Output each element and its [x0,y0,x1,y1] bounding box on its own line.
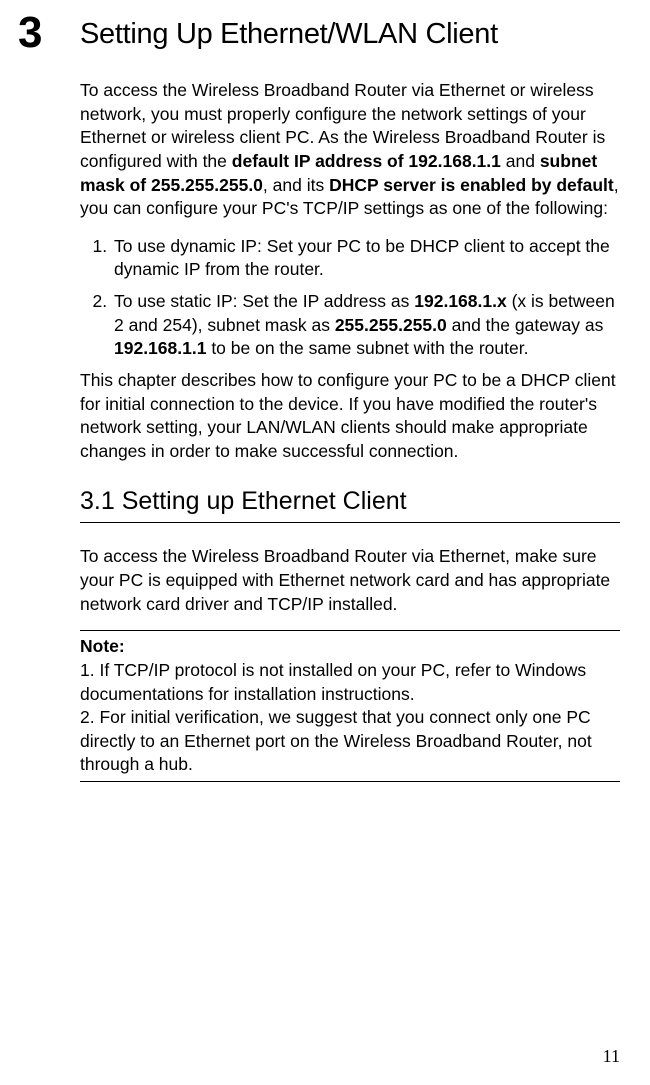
chapter-title: Setting Up Ethernet/WLAN Client [80,0,620,79]
note-line: 2. For initial verification, we suggest … [80,706,620,777]
list-item: To use static IP: Set the IP address as … [112,290,620,361]
list-item-text: and the gateway as [447,315,604,335]
list-item: To use dynamic IP: Set your PC to be DHC… [112,235,620,282]
list-item-text: to be on the same subnet with the router… [206,338,528,358]
intro-text: , and its [263,175,329,195]
intro-paragraph: To access the Wireless Broadband Router … [80,79,620,221]
list-item-bold: 192.168.1.x [414,291,506,311]
after-list-paragraph: This chapter describes how to configure … [80,369,620,464]
intro-bold-dhcp: DHCP server is enabled by default [329,175,614,195]
note-block: Note: 1. If TCP/IP protocol is not insta… [80,630,620,782]
note-label: Note: [80,636,125,656]
list-item-bold: 255.255.255.0 [335,315,447,335]
page-number: 11 [603,1046,620,1067]
note-line: 1. If TCP/IP protocol is not installed o… [80,659,620,706]
section-heading: 3.1 Setting up Ethernet Client [80,487,620,523]
section-body: To access the Wireless Broadband Router … [80,545,620,616]
intro-bold-ip: default IP address of 192.168.1.1 [232,151,501,171]
chapter-number: 3 [18,8,42,58]
setup-options-list: To use dynamic IP: Set your PC to be DHC… [80,235,620,361]
list-item-text: To use static IP: Set the IP address as [114,291,414,311]
list-item-bold: 192.168.1.1 [114,338,206,358]
intro-text: and [501,151,540,171]
